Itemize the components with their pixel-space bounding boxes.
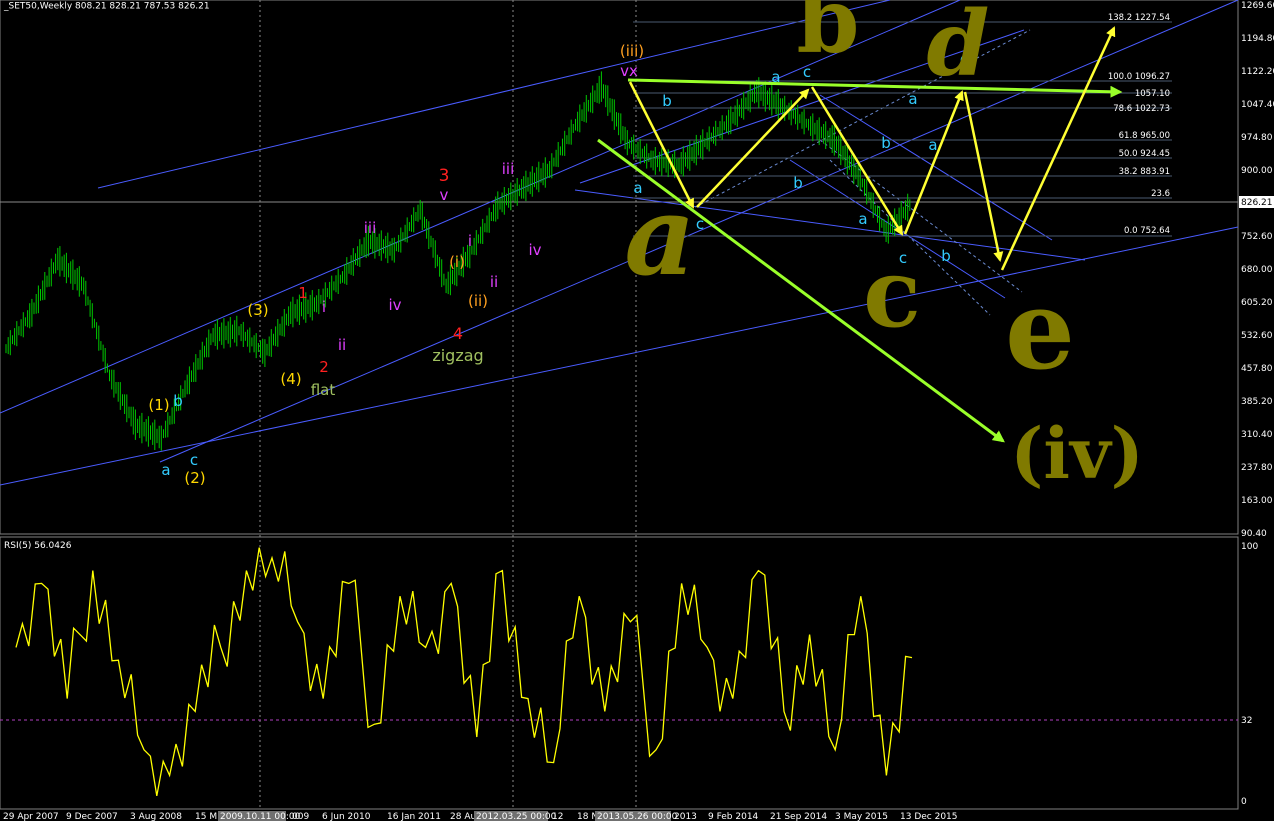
wave-label: a	[771, 68, 780, 86]
wave-label: iii	[364, 219, 377, 237]
wave-label: b	[941, 247, 951, 265]
price-tick: 385.20	[1241, 397, 1273, 407]
price-tick: 310.40	[1241, 430, 1273, 440]
time-tick: 18 N	[577, 812, 598, 821]
current-price-tick: 826.21	[1241, 198, 1273, 208]
wave-label: c	[696, 215, 704, 233]
fib-label-236: 23.6	[1151, 189, 1170, 199]
wave-label: 1	[298, 284, 308, 302]
time-tick: 13 Dec 2015	[900, 812, 958, 821]
price-tick: 1122.20	[1241, 67, 1274, 77]
time-tick: 12	[552, 812, 563, 821]
time-tick: 9 Feb 2014	[708, 812, 759, 821]
wave-label: b	[173, 392, 183, 410]
big-label-d: d	[927, 0, 990, 97]
price-tick: 457.80	[1241, 364, 1273, 374]
fib-label-618: 61.8 965.00	[1119, 131, 1170, 141]
chart-header: _SET50,Weekly 808.21 828.21 787.53 826.2…	[3, 2, 210, 12]
fib-label-1057: 1057.10	[1135, 89, 1170, 99]
rsi-tick: 0	[1241, 797, 1247, 807]
big-label-e: e	[1005, 265, 1075, 394]
wave-label: a	[161, 461, 170, 479]
time-tick: 2012.03.25 00:00	[476, 812, 557, 821]
price-tick: 974.80	[1241, 133, 1273, 143]
wave-label: ii	[338, 336, 346, 354]
fib-label-786: 78.6 1022.73	[1113, 104, 1170, 114]
rsi-scale: 100 32 0	[1241, 542, 1258, 807]
time-tick: 21 Sep 2014	[770, 812, 827, 821]
big-label-b: b	[797, 0, 860, 74]
rsi-label: RSI(5) 56.0426	[4, 541, 72, 551]
wave-label: i	[322, 298, 326, 316]
price-tick: 163.00	[1241, 496, 1273, 506]
big-label-c: c	[863, 238, 921, 349]
wave-label: i	[468, 232, 472, 250]
fib-label-100: 100.0 1096.27	[1108, 72, 1170, 82]
wave-label: 4	[453, 324, 463, 343]
wave-label: zigzag	[432, 346, 483, 365]
time-tick: 6 Jun 2010	[322, 812, 371, 821]
wave-label: b	[881, 134, 891, 152]
wave-label: c	[190, 451, 198, 469]
wave-label: (1)	[148, 396, 169, 414]
time-tick: 16 Jan 2011	[387, 812, 441, 821]
wave-label: (i)	[449, 253, 465, 271]
fib-label-500: 50.0 924.45	[1119, 149, 1170, 159]
price-scale: 1269.60 1194.80 1122.20 1047.40 974.80 9…	[1239, 1, 1274, 539]
wave-label: (2)	[184, 469, 205, 487]
fib-label-382: 38.2 883.91	[1119, 167, 1170, 177]
price-tick: 90.40	[1241, 529, 1267, 539]
time-tick: 2013.05.26 00:00	[597, 812, 678, 821]
price-tick: 680.00	[1241, 265, 1273, 275]
wave-label: (iii)	[620, 42, 644, 60]
time-tick: 2009.10.11 00:00	[220, 812, 301, 821]
wave-label: a	[908, 90, 917, 108]
rsi-tick: 100	[1241, 542, 1258, 552]
wave-label: flat	[311, 381, 336, 399]
wave-label: ii	[490, 273, 498, 291]
rsi-tick: 32	[1241, 716, 1252, 726]
wave-label: v	[440, 186, 449, 204]
time-tick: 28 Au	[450, 812, 476, 821]
price-tick: 1194.80	[1241, 34, 1274, 44]
wave-label: a	[858, 210, 867, 228]
fib-label-0: 0.0 752.64	[1124, 226, 1170, 236]
wave-label: vx	[620, 62, 638, 80]
price-tick: 900.00	[1241, 166, 1273, 176]
time-tick: 3 Aug 2008	[130, 812, 182, 821]
time-axis: 29 Apr 2007 9 Dec 2007 3 Aug 2008 15 M 2…	[3, 811, 958, 821]
wave-label: 2	[319, 358, 329, 376]
wave-label: (ii)	[468, 292, 488, 310]
price-tick: 752.60	[1241, 232, 1273, 242]
time-tick: 9 Dec 2007	[66, 812, 118, 821]
price-tick: 1269.60	[1241, 1, 1274, 11]
time-tick: 15 M	[195, 812, 217, 821]
chart-canvas: 138.2 1227.54 100.0 1096.27 1057.10 78.6…	[0, 0, 1274, 821]
time-tick: 2013	[674, 812, 697, 821]
price-tick: 532.60	[1241, 331, 1273, 341]
wave-label: iii	[502, 160, 515, 178]
wave-label: 3	[439, 166, 450, 186]
big-label-a: a	[624, 171, 695, 300]
fib-label-1382: 138.2 1227.54	[1108, 13, 1170, 23]
price-tick: 605.20	[1241, 298, 1273, 308]
price-tick: 1047.40	[1241, 100, 1274, 110]
wave-label: (4)	[280, 370, 301, 388]
wave-label: a	[928, 136, 937, 154]
wave-label: b	[793, 174, 803, 192]
wave-label: (3)	[247, 301, 268, 319]
wave-label: iv	[388, 296, 401, 314]
time-tick: 009	[292, 812, 309, 821]
time-tick: 29 Apr 2007	[3, 812, 59, 821]
time-tick: 3 May 2015	[835, 812, 888, 821]
wave-label: b	[662, 92, 672, 110]
big-label-iv: (iv)	[1010, 412, 1144, 495]
wave-label: iv	[528, 241, 541, 259]
price-tick: 237.80	[1241, 463, 1273, 473]
